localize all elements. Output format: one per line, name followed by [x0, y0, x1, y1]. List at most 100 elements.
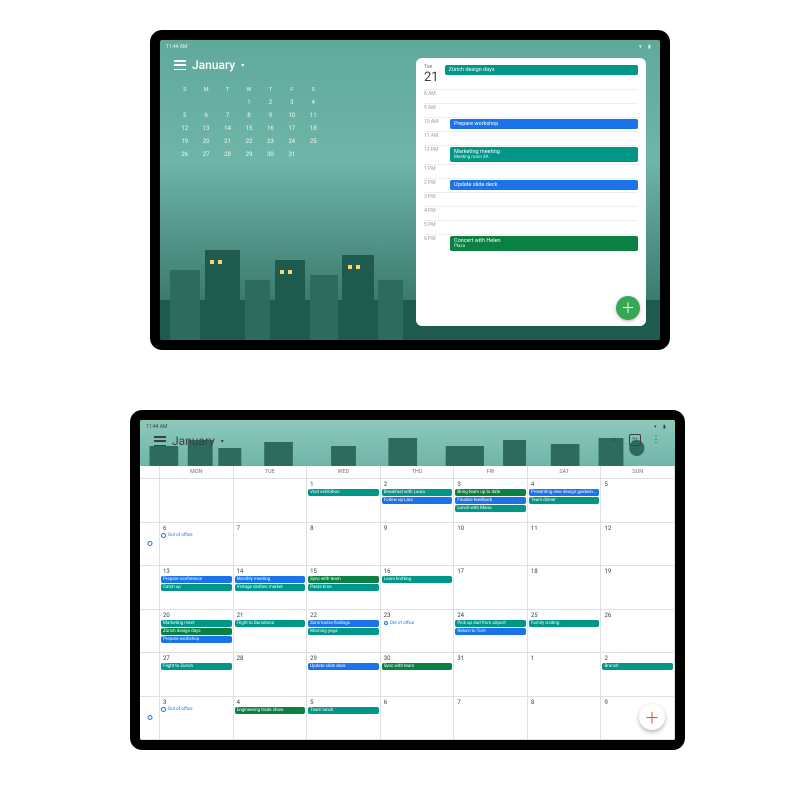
month-event[interactable]: Follow up Lars	[382, 497, 453, 504]
out-of-office-label[interactable]: Out of office	[161, 707, 232, 712]
mini-day[interactable]: 8	[238, 109, 259, 122]
day-cell[interactable]: 29Update slide deck	[307, 653, 381, 696]
agenda-slot[interactable]: 4 PM	[424, 206, 638, 220]
agenda-slot[interactable]: 9 AM	[424, 103, 638, 117]
month-event[interactable]: Update slide deck	[308, 663, 379, 670]
agenda-event[interactable]: Prepare workshop	[450, 119, 638, 129]
mini-day[interactable]: 14	[217, 122, 238, 135]
month-title[interactable]: January	[172, 434, 215, 448]
mini-day[interactable]: 5	[174, 109, 195, 122]
fab-create[interactable]: ＋	[616, 296, 640, 320]
mini-day[interactable]: 18	[303, 122, 324, 135]
search-icon[interactable]: ⌕	[609, 435, 619, 445]
agenda-event[interactable]: Marketing meetingMeeting room 4A	[450, 147, 638, 162]
mini-day[interactable]: 6	[195, 109, 216, 122]
agenda-panel[interactable]: Tue 21 Zürich design days 8 AM 9 AM 10 A…	[416, 58, 646, 326]
day-cell[interactable]: 12	[601, 523, 675, 566]
day-cell[interactable]: 10	[454, 523, 528, 566]
mini-day[interactable]: 19	[174, 135, 195, 148]
month-event[interactable]: Flight to Barcelona	[235, 620, 306, 627]
mini-day[interactable]: 10	[281, 109, 302, 122]
month-event[interactable]: Bring team up to date	[455, 489, 526, 496]
day-cell[interactable]: 26	[601, 610, 675, 653]
day-cell[interactable]: 30Sync with team	[381, 653, 455, 696]
day-cell[interactable]: 11	[528, 523, 602, 566]
month-event[interactable]: Sync with team	[382, 663, 453, 670]
mini-day[interactable]	[195, 96, 216, 109]
mini-day[interactable]: 26	[174, 148, 195, 161]
mini-day[interactable]: 29	[238, 148, 259, 161]
day-cell[interactable]: 27Flight to Zürich	[160, 653, 234, 696]
month-event[interactable]: Team dinner	[529, 497, 600, 504]
day-cell[interactable]: 2Brunch	[601, 653, 675, 696]
day-cell[interactable]: 25Family visiting	[528, 610, 602, 653]
day-cell[interactable]: 4Engineering trade show	[234, 697, 308, 740]
day-cell[interactable]: 17	[454, 566, 528, 609]
mini-day[interactable]: 15	[238, 122, 259, 135]
day-cell[interactable]: 5Team lunch	[307, 697, 381, 740]
day-cell[interactable]: 21Flight to Barcelona	[234, 610, 308, 653]
day-cell[interactable]: 6	[381, 697, 455, 740]
out-of-office-label[interactable]: Out of office	[161, 533, 232, 538]
mini-day[interactable]: 2	[260, 96, 281, 109]
day-cell[interactable]: 31	[454, 653, 528, 696]
month-event[interactable]: Vintage clothes market	[235, 584, 306, 591]
day-cell[interactable]: 1Visit exhibition	[307, 479, 381, 522]
month-event[interactable]: Prepare workshop	[161, 636, 232, 643]
mini-day[interactable]: 25	[303, 135, 324, 148]
day-cell[interactable]: 1	[528, 653, 602, 696]
day-cell[interactable]: 7	[454, 697, 528, 740]
month-event[interactable]: Team lunch	[308, 707, 379, 714]
month-event[interactable]: Morning yoga	[308, 628, 379, 635]
mini-day[interactable]: 27	[195, 148, 216, 161]
day-cell[interactable]: 9	[381, 523, 455, 566]
month-event[interactable]: Learn knitting	[382, 576, 453, 583]
mini-day[interactable]: 3	[281, 96, 302, 109]
month-event[interactable]: Sync with team	[308, 576, 379, 583]
mini-day[interactable]: 9	[260, 109, 281, 122]
mini-day[interactable]: 20	[195, 135, 216, 148]
month-event[interactable]: Family visiting	[529, 620, 600, 627]
month-event[interactable]: Prepare conference	[161, 576, 232, 583]
month-event[interactable]: Lunch with Maria	[455, 505, 526, 512]
chevron-down-icon[interactable]: ▾	[241, 62, 244, 69]
mini-day[interactable]	[303, 148, 324, 161]
day-cell[interactable]: 6Out of office	[160, 523, 234, 566]
month-event[interactable]: Pasta time	[308, 584, 379, 591]
day-cell[interactable]: 15Sync with teamPasta time	[307, 566, 381, 609]
month-event[interactable]: Finalize feedback	[455, 497, 526, 504]
mini-day[interactable]: 22	[238, 135, 259, 148]
day-cell[interactable]	[160, 479, 234, 522]
agenda-slot[interactable]: 12 PM Marketing meetingMeeting room 4A	[424, 145, 638, 164]
mini-day[interactable]: 12	[174, 122, 195, 135]
overflow-icon[interactable]: ⋮	[651, 435, 661, 445]
month-event[interactable]: Out of office	[382, 620, 453, 627]
day-cell[interactable]: 14Monthly meetingVintage clothes market	[234, 566, 308, 609]
day-cell[interactable]: 8	[528, 697, 602, 740]
day-cell[interactable]: 19	[601, 566, 675, 609]
mini-day-selected[interactable]: 21	[217, 135, 238, 148]
month-event[interactable]: Zürich design days	[161, 628, 232, 635]
month-event[interactable]: Catch up	[161, 584, 232, 591]
mini-day[interactable]: 17	[281, 122, 302, 135]
day-cell[interactable]: 3Out of office	[160, 697, 234, 740]
agenda-event[interactable]: Update slide deck	[450, 180, 638, 190]
chevron-down-icon[interactable]: ▾	[221, 438, 224, 445]
day-cell[interactable]: 8	[307, 523, 381, 566]
agenda-slot[interactable]: 3 PM	[424, 192, 638, 206]
month-event[interactable]: Flight to Zürich	[161, 663, 232, 670]
day-cell[interactable]: 4Presenting new design guidelinesTeam di…	[528, 479, 602, 522]
day-cell[interactable]: 16Learn knitting	[381, 566, 455, 609]
mini-day[interactable]: 11	[303, 109, 324, 122]
day-cell[interactable]: 13Prepare conferenceCatch up	[160, 566, 234, 609]
agenda-slot[interactable]: 11 AM	[424, 131, 638, 145]
day-cell[interactable]: 5	[601, 479, 675, 522]
day-cell[interactable]: 2Breakfast with LauraFollow up Lars	[381, 479, 455, 522]
day-cell[interactable]: 20Marketing meetZürich design daysPrepar…	[160, 610, 234, 653]
mini-day[interactable]: 16	[260, 122, 281, 135]
day-cell[interactable]: 18	[528, 566, 602, 609]
out-of-office-badge[interactable]	[147, 523, 152, 566]
out-of-office-badge[interactable]	[147, 697, 152, 740]
agenda-allday-event[interactable]: Zürich design days	[445, 65, 638, 75]
menu-icon[interactable]	[174, 60, 186, 70]
